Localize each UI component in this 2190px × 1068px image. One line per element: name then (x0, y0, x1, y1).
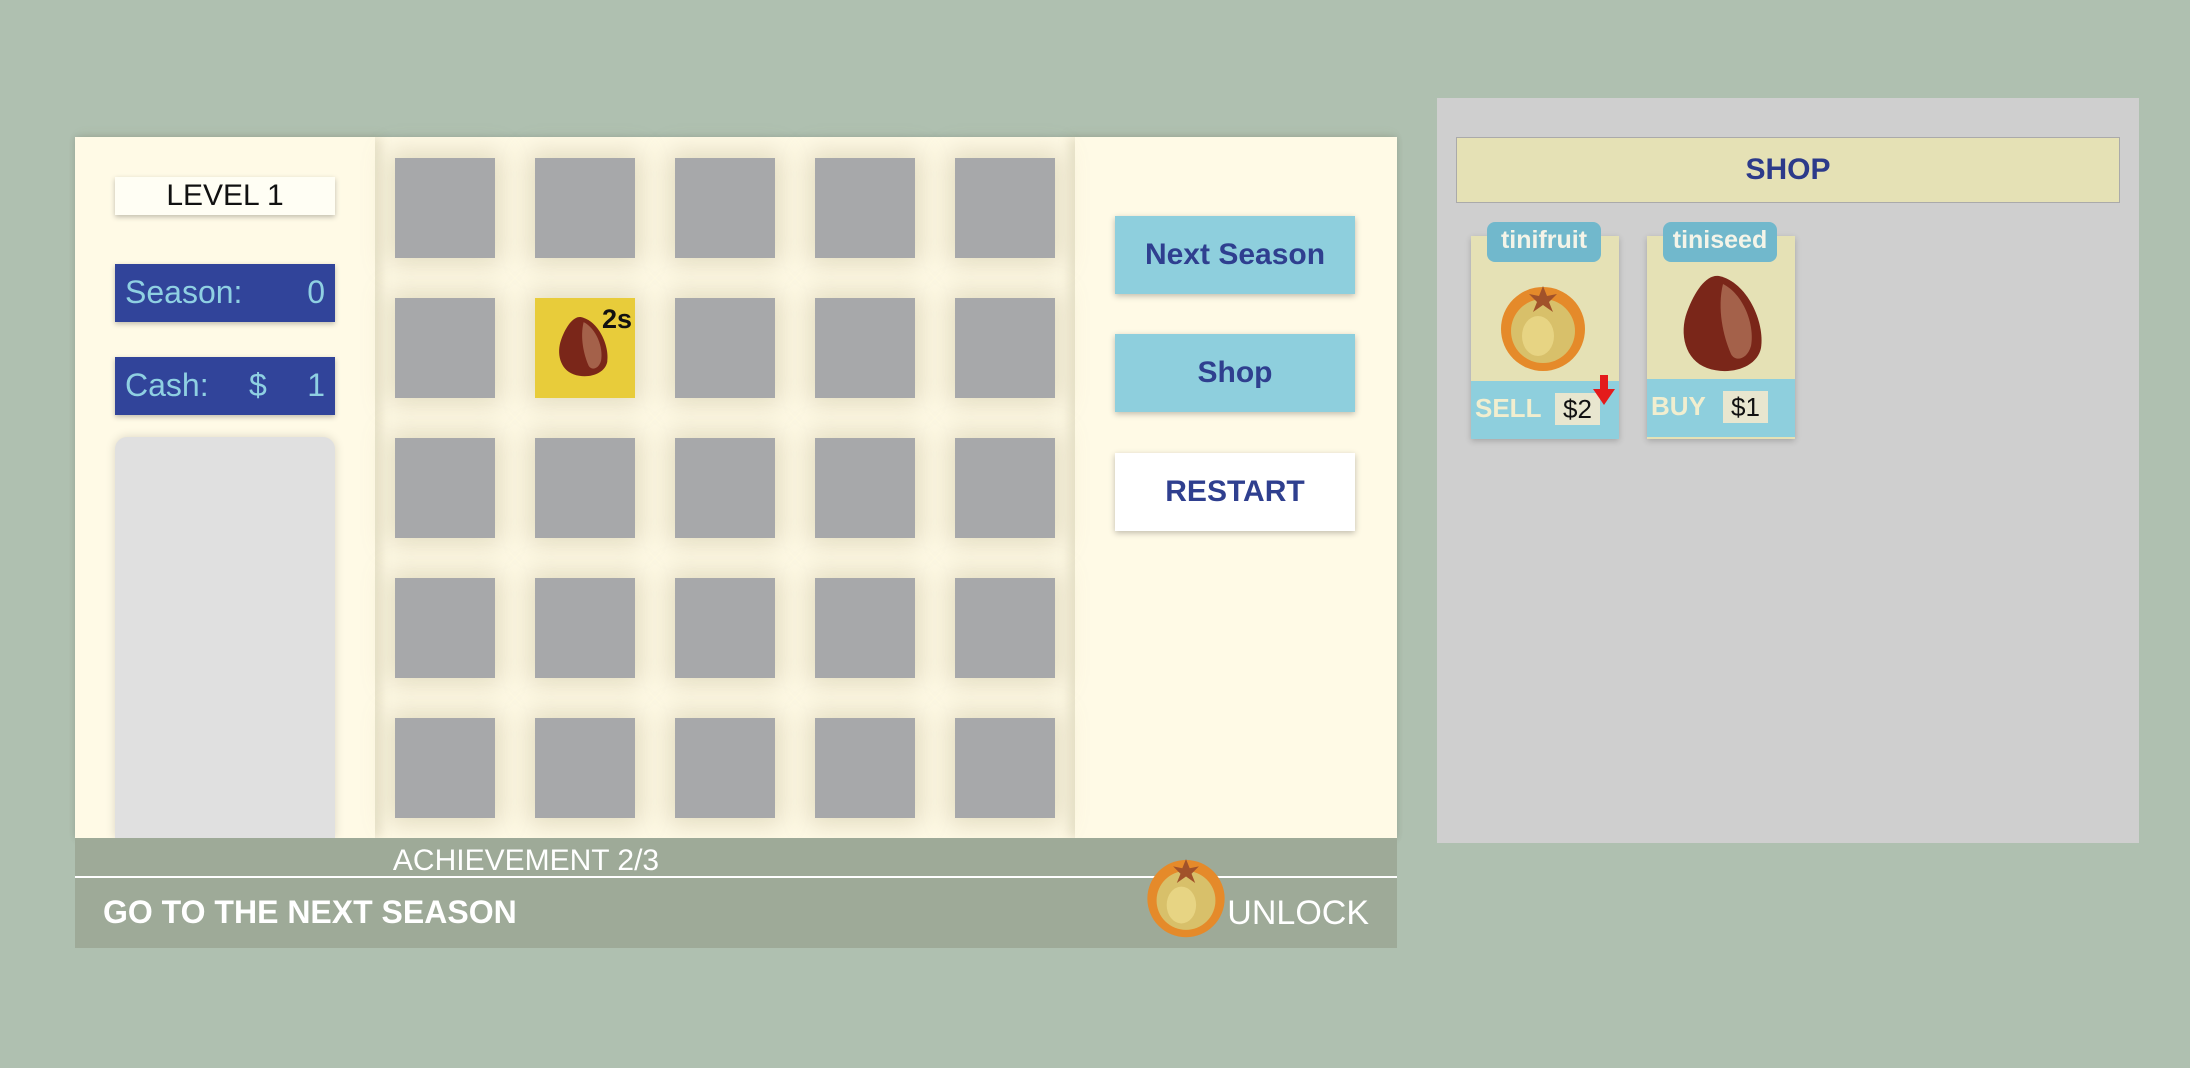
shop-item-tiniseed[interactable]: tiniseed BUY $1 (1647, 222, 1795, 439)
item-name: tinifruit (1487, 222, 1601, 262)
farm-grid: 2s (375, 137, 1075, 838)
level-label: LEVEL 1 (115, 177, 335, 215)
grid-cell[interactable] (955, 298, 1055, 398)
grid-cell[interactable] (955, 578, 1055, 678)
grid-cell[interactable] (395, 718, 495, 818)
achievement-description: GO TO THE NEXT SEASON (103, 894, 517, 930)
cash-label: Cash: (125, 367, 209, 403)
sell-label: SELL (1475, 393, 1542, 423)
grid-cell[interactable] (535, 718, 635, 818)
left-panel: LEVEL 1 Season: 0 Cash: $ 1 (75, 137, 375, 838)
price-down-arrow-icon (1593, 375, 1615, 405)
cash-counter: Cash: $ 1 (115, 357, 335, 415)
grid-cell[interactable] (395, 158, 495, 258)
grid-cell[interactable] (815, 158, 915, 258)
item-action-bar: SELL $2 (1471, 375, 1619, 439)
shop-panel: SHOP tinifruit SELL $2 tiniseed BUY $1 (1437, 98, 2139, 843)
item-action-bar: BUY $1 (1647, 379, 1795, 437)
grid-cell[interactable] (395, 298, 495, 398)
cash-value: 1 (307, 367, 325, 403)
tiniseed-icon (1683, 275, 1762, 372)
restart-button[interactable]: RESTART (1115, 453, 1355, 531)
game-board: LEVEL 1 Season: 0 Cash: $ 1 2s Next Seas… (75, 137, 1397, 838)
achievement-title: ACHIEVEMENT 2/3 (392, 844, 660, 877)
tinifruit-icon (1147, 859, 1225, 938)
achievement-bar: ACHIEVEMENT 2/3 GO TO THE NEXT SEASON UN… (75, 838, 1397, 948)
grid-cell[interactable] (815, 578, 915, 678)
grid-cell[interactable] (955, 718, 1055, 818)
season-counter: Season: 0 (115, 264, 335, 322)
grid-cell[interactable] (675, 158, 775, 258)
grid-cell[interactable] (675, 578, 775, 678)
grid-cell[interactable] (815, 298, 915, 398)
shop-item-tinifruit[interactable]: tinifruit SELL $2 (1471, 222, 1619, 439)
tinifruit-icon (1501, 286, 1585, 371)
unlock-label[interactable]: UNLOCK (1227, 894, 1369, 933)
grow-timer: 2s (601, 304, 632, 334)
item-price: $1 (1723, 391, 1768, 423)
buy-label: BUY (1651, 391, 1706, 421)
shop-button[interactable]: Shop (1115, 334, 1355, 412)
next-season-button[interactable]: Next Season (1115, 216, 1355, 294)
grid-cell[interactable] (675, 718, 775, 818)
grid-cell[interactable] (395, 578, 495, 678)
grid-cell[interactable] (955, 158, 1055, 258)
grid-cell[interactable] (395, 438, 495, 538)
season-label: Season: (125, 274, 243, 310)
grid-cell[interactable] (815, 438, 915, 538)
grid-cell[interactable] (815, 718, 915, 818)
info-panel (115, 437, 335, 838)
shop-title: SHOP (1456, 137, 2120, 203)
right-panel: Next Season Shop RESTART (1075, 137, 1397, 838)
item-name: tiniseed (1663, 222, 1777, 262)
season-value: 0 (307, 274, 325, 310)
grid-cell[interactable] (675, 298, 775, 398)
grid-cell[interactable] (955, 438, 1055, 538)
grid-cell[interactable] (675, 438, 775, 538)
grid-cell[interactable] (535, 438, 635, 538)
grid-cell[interactable] (535, 578, 635, 678)
cash-currency: $ (249, 367, 267, 403)
grid-cell[interactable] (535, 158, 635, 258)
grid-cell-planted[interactable]: 2s (535, 298, 635, 398)
